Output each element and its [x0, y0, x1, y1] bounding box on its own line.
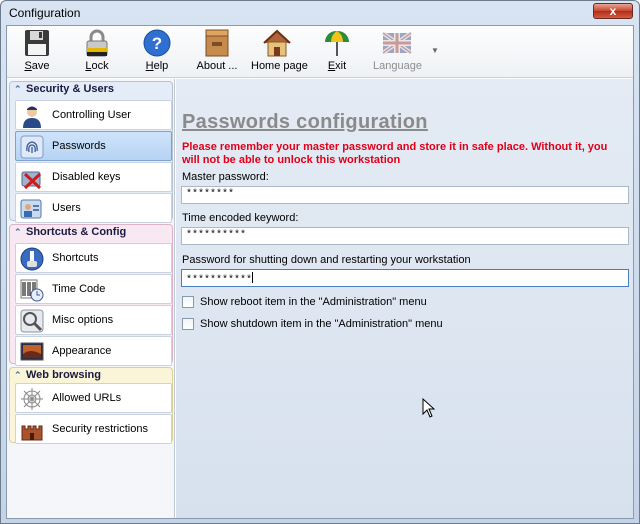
lock-button[interactable]: Lock: [77, 28, 117, 76]
group-header-shortcuts-config[interactable]: ⌃ Shortcuts & Config: [14, 226, 126, 240]
help-label: Help: [145, 60, 169, 72]
sidebar-item-shortcuts[interactable]: Shortcuts: [15, 243, 172, 273]
web-icon: [21, 388, 43, 410]
main-panel: Passwords configuration Please remember …: [176, 79, 633, 518]
show-reboot-label[interactable]: Show reboot item in the "Administration"…: [200, 296, 427, 308]
sidebar-item-appearance[interactable]: Appearance: [15, 336, 172, 366]
toolbar: Save Lock ? Help About ... Home page Exi…: [7, 26, 633, 78]
home-icon: [263, 29, 291, 57]
exit-label: Exit: [327, 60, 347, 72]
master-password-label: Master password:: [182, 171, 269, 183]
save-label: Save: [24, 60, 50, 72]
appearance-icon: [20, 342, 44, 361]
floppy-disk-icon: [25, 30, 49, 56]
show-reboot-checkbox[interactable]: [182, 296, 194, 308]
misc-options-icon: [20, 309, 44, 333]
sidebar-item-security-restrictions[interactable]: Security restrictions: [15, 414, 172, 444]
language-label: Language: [373, 60, 422, 72]
page-title: Passwords configuration: [182, 111, 428, 133]
collapse-chevron-icon[interactable]: ⌃: [14, 227, 24, 238]
user-icon: [23, 106, 41, 128]
group-header-security-users[interactable]: ⌃ Security & Users: [14, 83, 114, 97]
group-header-web-browsing[interactable]: ⌃ Web browsing: [14, 369, 101, 383]
sidebar-item-passwords[interactable]: Passwords: [15, 131, 172, 161]
group-web-browsing: ⌃ Web browsing Allowed URLs Security rest…: [9, 367, 173, 444]
fingerprint-icon: [20, 135, 44, 159]
collapse-chevron-icon[interactable]: ⌃: [14, 370, 24, 381]
sidebar-item-time-code[interactable]: Time Code: [15, 274, 172, 304]
help-button[interactable]: ? Help: [137, 28, 177, 76]
language-button[interactable]: Language: [373, 28, 422, 76]
castle-icon: [21, 425, 43, 441]
shutdown-password-field[interactable]: ***********: [181, 269, 629, 287]
shutdown-password-label: Password for shutting down and restartin…: [182, 254, 471, 266]
language-dropdown-arrow-icon[interactable]: ▼: [431, 46, 439, 55]
close-button[interactable]: x: [593, 3, 633, 19]
barcode-clock-icon: [20, 279, 44, 302]
window-title: Configuration: [9, 6, 81, 20]
sidebar-item-misc-options[interactable]: Misc options: [15, 305, 172, 335]
save-button[interactable]: Save: [17, 28, 57, 76]
collapse-chevron-icon[interactable]: ⌃: [14, 84, 24, 95]
about-label: About ...: [196, 60, 238, 72]
svg-text:?: ?: [152, 34, 162, 53]
time-encoded-keyword-field[interactable]: **********: [181, 227, 629, 245]
group-shortcuts-config: ⌃ Shortcuts & Config Shortcuts Time Code…: [9, 224, 173, 366]
sidebar-item-users[interactable]: Users: [15, 193, 172, 223]
shortcuts-icon: [20, 247, 44, 271]
warning-message: Please remember your master password and…: [182, 141, 608, 166]
show-shutdown-label[interactable]: Show shutdown item in the "Administratio…: [200, 318, 443, 330]
client-area: Save Lock ? Help About ... Home page Exi…: [6, 25, 634, 519]
text-caret: [252, 272, 254, 283]
lock-label: Lock: [85, 60, 109, 72]
disabled-keys-icon: [21, 171, 42, 190]
home-page-label: Home page: [251, 60, 308, 72]
configuration-window: Configuration x Save Lock ? Help About .…: [0, 0, 640, 524]
group-security-users: ⌃ Security & Users Controlling User Passw…: [9, 81, 173, 223]
exit-icon: [325, 31, 349, 56]
mouse-pointer-icon: [422, 398, 436, 418]
sidebar-item-disabled-keys[interactable]: Disabled keys: [15, 162, 172, 192]
sidebar-item-controlling-user[interactable]: Controlling User: [15, 100, 172, 130]
help-icon: ?: [143, 29, 171, 57]
sidebar: ⌃ Security & Users Controlling User Passw…: [7, 79, 175, 518]
uk-flag-icon: [382, 31, 412, 55]
home-page-button[interactable]: Home page: [251, 28, 308, 76]
time-encoded-keyword-label: Time encoded keyword:: [182, 212, 299, 224]
exit-button[interactable]: Exit: [317, 28, 357, 76]
padlock-icon: [86, 29, 108, 57]
users-icon: [20, 199, 42, 219]
title-bar[interactable]: Configuration x: [1, 1, 639, 25]
show-shutdown-checkbox[interactable]: [182, 318, 194, 330]
sidebar-item-allowed-urls[interactable]: Allowed URLs: [15, 383, 172, 413]
about-button[interactable]: About ...: [193, 28, 241, 76]
box-icon: [205, 29, 229, 57]
master-password-field[interactable]: ********: [181, 186, 629, 204]
